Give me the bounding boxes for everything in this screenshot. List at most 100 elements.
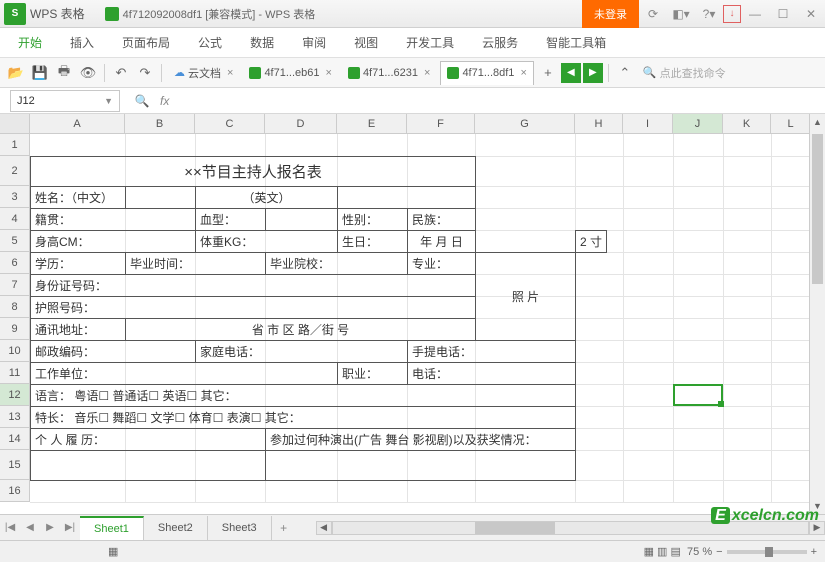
view-icon[interactable]: ▦: [108, 545, 118, 558]
name-box[interactable]: J12▼: [10, 90, 120, 112]
label-gradtime: 毕业时间：: [126, 252, 266, 274]
zoom-in-icon[interactable]: +: [811, 546, 817, 558]
row-15[interactable]: 15: [0, 450, 30, 480]
help-icon[interactable]: ?▾: [695, 0, 723, 28]
feedback-icon[interactable]: ↓: [723, 5, 741, 23]
row-6[interactable]: 6: [0, 252, 30, 274]
close-icon[interactable]: ×: [520, 67, 526, 79]
row-14[interactable]: 14: [0, 428, 30, 450]
add-sheet-icon[interactable]: +: [272, 521, 296, 535]
label-en: （英文）: [196, 186, 338, 208]
row-2[interactable]: 2: [0, 156, 30, 186]
print-icon[interactable]: 🖶: [53, 62, 75, 84]
row-5[interactable]: 5: [0, 230, 30, 252]
tab-view[interactable]: 视图: [340, 28, 392, 58]
view-normal-icon[interactable]: ▦: [644, 545, 654, 558]
hscroll-thumb[interactable]: [475, 522, 555, 534]
tab-insert[interactable]: 插入: [56, 28, 108, 58]
cells-area[interactable]: ××节目主持人报名表 姓名：（中文）（英文） 籍贯：血型：性别：民族： 身高CM…: [30, 134, 825, 502]
skin-icon[interactable]: ◧▾: [667, 0, 695, 28]
col-K[interactable]: K: [723, 114, 771, 133]
col-A[interactable]: A: [30, 114, 125, 133]
sheet-tab-1[interactable]: Sheet1: [80, 516, 144, 540]
view-break-icon[interactable]: ▤: [671, 545, 681, 558]
redo-icon[interactable]: ↷: [134, 62, 156, 84]
vertical-scrollbar[interactable]: ▲ ▼: [809, 114, 825, 514]
col-D[interactable]: D: [265, 114, 337, 133]
tab-dev[interactable]: 开发工具: [392, 28, 468, 58]
zoom-slider[interactable]: [727, 550, 807, 554]
nav-left-icon[interactable]: ◀: [561, 63, 581, 83]
row-1[interactable]: 1: [0, 134, 30, 156]
col-L[interactable]: L: [771, 114, 811, 133]
scroll-left-icon[interactable]: ◀: [316, 521, 332, 535]
sheet-tab-3[interactable]: Sheet3: [208, 516, 272, 540]
col-I[interactable]: I: [623, 114, 673, 133]
zoom-out-icon[interactable]: −: [716, 546, 722, 558]
sheet-prev-icon[interactable]: ◀: [21, 519, 39, 537]
col-C[interactable]: C: [195, 114, 265, 133]
vscroll-thumb[interactable]: [812, 134, 823, 284]
add-tab-icon[interactable]: +: [537, 62, 559, 84]
sheet-tab-2[interactable]: Sheet2: [144, 516, 208, 540]
row-3[interactable]: 3: [0, 186, 30, 208]
zoom-control[interactable]: 75 % − +: [687, 546, 817, 558]
tab-review[interactable]: 审阅: [288, 28, 340, 58]
select-all-corner[interactable]: [0, 114, 30, 133]
col-G[interactable]: G: [475, 114, 575, 133]
col-H[interactable]: H: [575, 114, 623, 133]
tab-formula[interactable]: 公式: [184, 28, 236, 58]
row-11[interactable]: 11: [0, 362, 30, 384]
sheet-next-icon[interactable]: ▶: [41, 519, 59, 537]
doctab-2[interactable]: 4f71...6231×: [342, 61, 437, 85]
tab-layout[interactable]: 页面布局: [108, 28, 184, 58]
row-10[interactable]: 10: [0, 340, 30, 362]
fx-label[interactable]: fx: [160, 94, 169, 108]
label-major: 专业：: [408, 252, 476, 274]
minimize-button[interactable]: —: [741, 0, 769, 28]
close-icon[interactable]: ×: [424, 67, 430, 79]
nav-right-icon[interactable]: ▶: [583, 63, 603, 83]
collapse-icon[interactable]: ⌃: [614, 62, 636, 84]
tab-tools[interactable]: 智能工具箱: [532, 28, 620, 58]
document-title: 4f712092008df1 [兼容模式] - WPS 表格: [123, 6, 316, 22]
tab-cloud[interactable]: 云服务: [468, 28, 532, 58]
preview-icon[interactable]: 👁: [77, 62, 99, 84]
row-8[interactable]: 8: [0, 296, 30, 318]
row-9[interactable]: 9: [0, 318, 30, 340]
close-icon[interactable]: ×: [326, 67, 332, 79]
login-button[interactable]: 未登录: [582, 0, 639, 28]
col-F[interactable]: F: [407, 114, 475, 133]
scroll-up-icon[interactable]: ▲: [810, 114, 825, 130]
doctab-1[interactable]: 4f71...eb61×: [243, 61, 338, 85]
maximize-button[interactable]: ☐: [769, 0, 797, 28]
fx-search-icon[interactable]: 🔍: [130, 90, 154, 112]
row-4[interactable]: 4: [0, 208, 30, 230]
row-12[interactable]: 12: [0, 384, 30, 406]
row-7[interactable]: 7: [0, 274, 30, 296]
close-icon[interactable]: ×: [227, 67, 233, 79]
col-E[interactable]: E: [337, 114, 407, 133]
row-13[interactable]: 13: [0, 406, 30, 428]
spreadsheet-grid[interactable]: A B C D E F G H I J K L 1 2 3 4 5 6 7 8 …: [0, 114, 825, 514]
open-icon[interactable]: 📂: [5, 62, 27, 84]
label-addr-detail: 省 市 区 路／街 号: [126, 318, 476, 340]
col-B[interactable]: B: [125, 114, 195, 133]
sheet-first-icon[interactable]: |◀: [1, 519, 19, 537]
view-page-icon[interactable]: ▥: [657, 545, 667, 558]
doctab-cloud[interactable]: ☁云文档×: [168, 61, 239, 85]
close-button[interactable]: ✕: [797, 0, 825, 28]
sync-icon[interactable]: ⟳: [639, 0, 667, 28]
sheet-last-icon[interactable]: ▶|: [61, 519, 79, 537]
tab-start[interactable]: 开始: [4, 28, 56, 58]
row-16[interactable]: 16: [0, 480, 30, 502]
command-search[interactable]: 🔍 点此查找命令: [637, 65, 821, 81]
label-blood: 血型：: [196, 208, 266, 230]
tab-data[interactable]: 数据: [236, 28, 288, 58]
doctab-3[interactable]: 4f71...8df1×: [440, 61, 533, 85]
label-resume: 个 人 履 历：: [31, 428, 266, 450]
save-icon[interactable]: 💾: [29, 62, 51, 84]
col-J[interactable]: J: [673, 114, 723, 133]
undo-icon[interactable]: ↶: [110, 62, 132, 84]
chevron-down-icon[interactable]: ▼: [104, 96, 113, 106]
